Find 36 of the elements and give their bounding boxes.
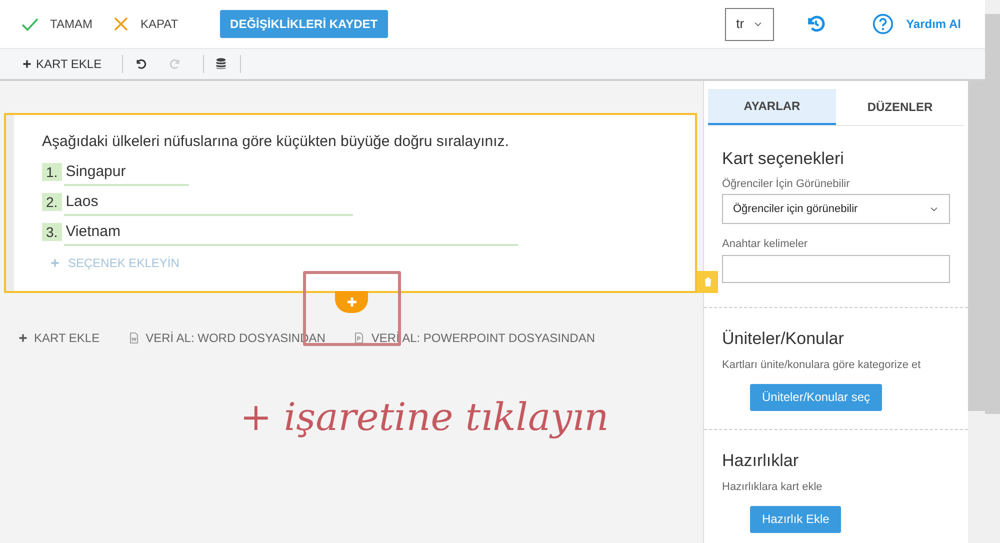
add-card-link[interactable]: KART EKLE xyxy=(18,329,100,347)
add-card-button[interactable]: KART EKLE xyxy=(22,55,102,73)
field-label: Anahtar kelimeler xyxy=(722,237,809,252)
help-icon xyxy=(872,13,894,35)
question-text: Aşağıdaki ülkeleri nüfuslarına göre küçükten büyüğe doğru sıralayınız. xyxy=(42,132,510,152)
option-input[interactable]: Singapur xyxy=(64,160,189,186)
section-title: Kart seçenekleri xyxy=(722,148,845,170)
section-description: Kartları ünite/konulara göre kategorize et xyxy=(722,358,922,373)
visibility-select[interactable]: Öğrenciler için görünebilir xyxy=(722,194,950,224)
option-number: 2. xyxy=(42,192,62,210)
done-button[interactable]: TAMAM xyxy=(20,14,92,34)
option-number: 1. xyxy=(42,162,62,180)
keywords-input[interactable] xyxy=(722,254,950,282)
section-title: Hazırlıklar xyxy=(722,450,800,472)
plus-icon xyxy=(22,59,32,69)
plus-icon xyxy=(50,258,60,268)
panel-tab[interactable]: AYARLAR xyxy=(708,89,836,125)
close-icon xyxy=(112,15,130,33)
plus-icon xyxy=(346,296,358,308)
undo-icon[interactable] xyxy=(134,58,147,70)
word-file-icon xyxy=(128,332,140,344)
section-title: Üniteler/Konular xyxy=(722,328,845,350)
field-label: Öğrenciler İçin Görünebilir xyxy=(722,176,851,192)
database-icon[interactable] xyxy=(214,57,228,71)
language-select[interactable]: tr xyxy=(725,8,774,40)
add-card-tab[interactable] xyxy=(335,291,368,313)
section-description: Hazırlıklara kart ekle xyxy=(722,480,824,495)
history-icon[interactable] xyxy=(806,14,826,34)
option-number: 3. xyxy=(42,222,62,240)
plus-icon xyxy=(18,333,28,343)
option-input[interactable]: Laos xyxy=(64,190,353,216)
option-input[interactable]: Vietnam xyxy=(64,220,518,246)
powerpoint-file-icon xyxy=(353,332,366,344)
delete-button[interactable] xyxy=(697,271,718,293)
close-button[interactable]: KAPAT xyxy=(112,15,178,33)
annotation-text: + işaretine tıklayın xyxy=(240,394,609,441)
